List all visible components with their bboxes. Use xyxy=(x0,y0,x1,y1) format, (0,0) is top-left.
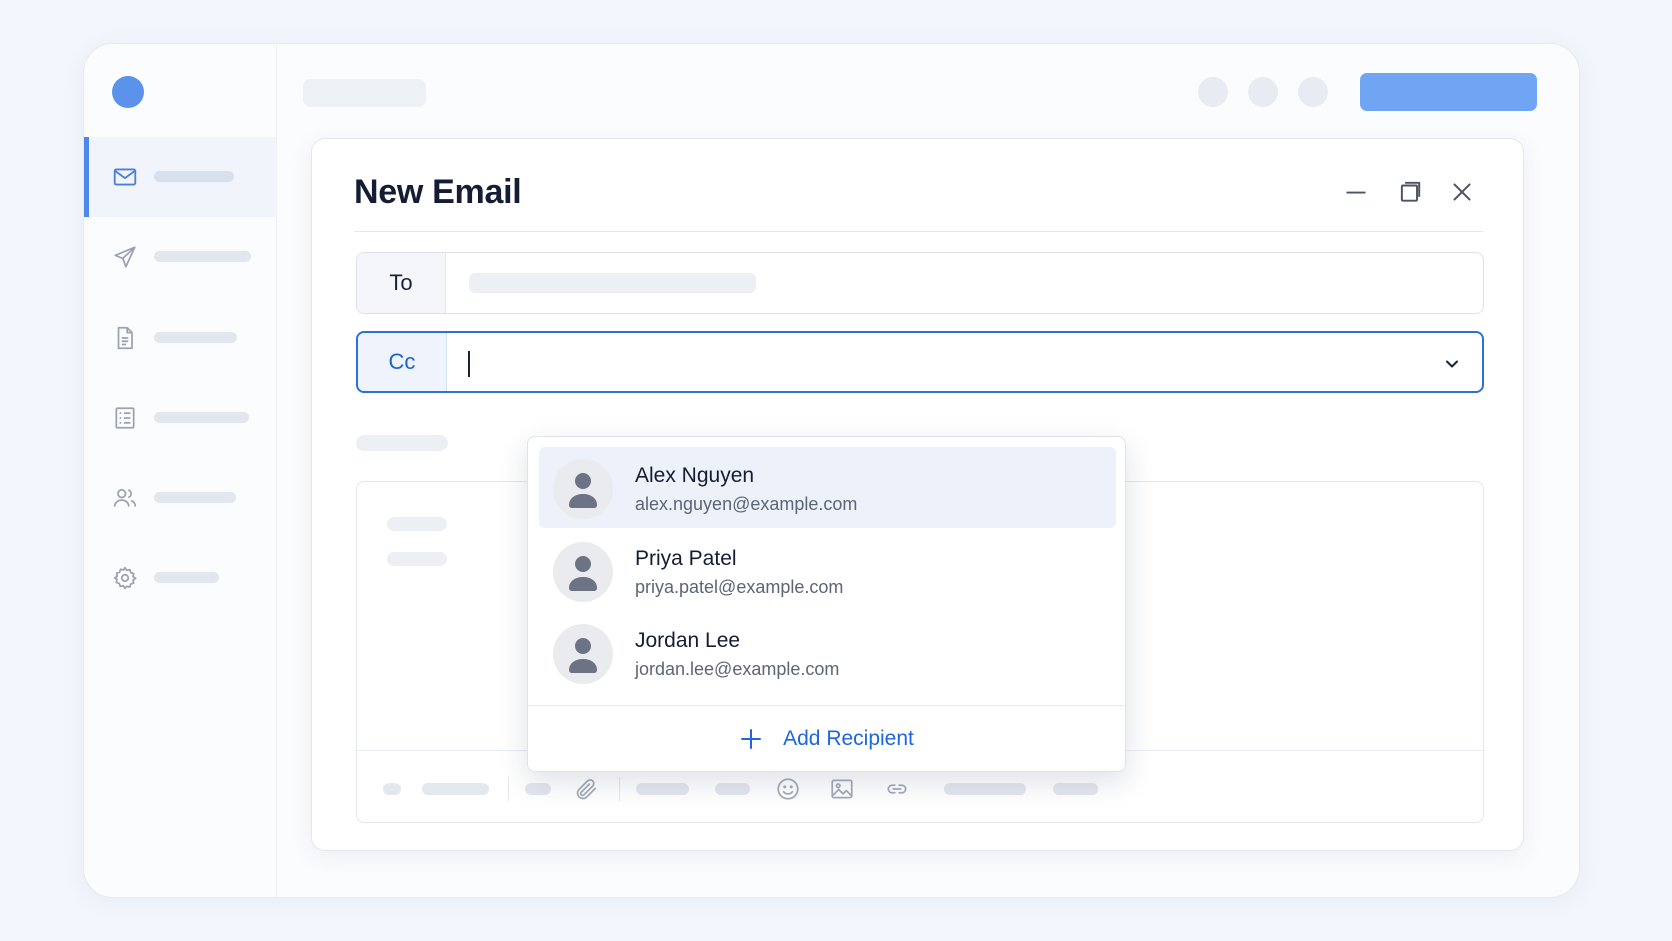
suggestion-item[interactable]: Jordan Lee jordan.lee@example.com xyxy=(539,612,1116,693)
user-icon xyxy=(569,638,597,673)
text-cursor xyxy=(468,351,470,377)
avatar xyxy=(553,542,613,602)
toolbar-divider xyxy=(619,777,620,801)
cc-field[interactable]: Cc xyxy=(356,331,1484,393)
contact-name: Alex Nguyen xyxy=(635,464,755,487)
attachment-icon[interactable] xyxy=(573,776,599,802)
title-divider xyxy=(354,231,1483,232)
contact-name: Priya Patel xyxy=(635,547,737,570)
sidebar-item-lists[interactable] xyxy=(84,377,276,457)
subject-placeholder xyxy=(356,435,448,451)
chevron-down-icon[interactable] xyxy=(1442,354,1462,374)
list-icon xyxy=(115,407,135,429)
cc-label: Cc xyxy=(358,333,447,391)
body-text-placeholder xyxy=(387,552,447,566)
sidebar-item-label-placeholder xyxy=(154,251,251,262)
add-recipient-button[interactable]: Add Recipient xyxy=(528,706,1125,772)
body-text-placeholder xyxy=(387,517,447,531)
settings-icon xyxy=(113,566,137,590)
sidebar-item-label-placeholder xyxy=(154,332,237,343)
to-field[interactable]: To xyxy=(356,252,1484,314)
avatar xyxy=(553,459,613,519)
to-value-placeholder xyxy=(469,273,756,293)
contact-email: priya.patel@example.com xyxy=(635,577,844,597)
sidebar-item-label-placeholder xyxy=(154,492,236,503)
close-icon[interactable] xyxy=(1449,179,1475,205)
contact-email: alex.nguyen@example.com xyxy=(635,494,858,514)
sidebar xyxy=(84,44,277,897)
toolbar-button-placeholder[interactable] xyxy=(715,783,750,795)
document-icon xyxy=(117,326,133,350)
user-icon xyxy=(569,556,597,591)
app-logo xyxy=(112,76,144,108)
toolbar-button-placeholder[interactable] xyxy=(525,783,551,795)
toolbar-button-placeholder[interactable] xyxy=(944,783,1026,795)
to-label: To xyxy=(357,253,446,313)
sidebar-item-contacts[interactable] xyxy=(84,457,276,537)
emoji-icon[interactable] xyxy=(775,776,801,802)
plus-icon xyxy=(741,729,762,749)
image-icon[interactable] xyxy=(829,776,855,802)
contact-email: jordan.lee@example.com xyxy=(635,659,840,679)
primary-action-button[interactable] xyxy=(1360,73,1537,111)
toolbar-button-placeholder[interactable] xyxy=(383,783,401,795)
sidebar-item-drafts[interactable] xyxy=(84,297,276,377)
sidebar-item-sent[interactable] xyxy=(84,217,276,297)
header-action-placeholder[interactable] xyxy=(1198,77,1228,107)
header-action-placeholder[interactable] xyxy=(1248,77,1278,107)
contact-name: Jordan Lee xyxy=(635,629,741,652)
toolbar-button-placeholder[interactable] xyxy=(422,783,489,795)
sidebar-item-settings[interactable] xyxy=(84,537,276,617)
cc-suggestions-dropdown: Alex Nguyen alex.nguyen@example.com Priy… xyxy=(527,436,1126,772)
toolbar-button-placeholder[interactable] xyxy=(636,783,689,795)
maximize-icon[interactable] xyxy=(1397,179,1423,205)
toolbar-divider xyxy=(508,777,509,801)
header-action-placeholder[interactable] xyxy=(1298,77,1328,107)
suggestion-item[interactable]: Alex Nguyen alex.nguyen@example.com xyxy=(539,447,1116,528)
toolbar-button-placeholder[interactable] xyxy=(1053,783,1098,795)
minimize-icon[interactable] xyxy=(1343,179,1369,205)
add-recipient-label: Add Recipient xyxy=(783,727,914,750)
mail-icon xyxy=(113,168,137,186)
user-icon xyxy=(569,473,597,508)
sidebar-item-label-placeholder xyxy=(154,171,234,182)
users-icon xyxy=(113,489,137,507)
link-icon[interactable] xyxy=(884,776,910,802)
avatar xyxy=(553,624,613,684)
sidebar-item-label-placeholder xyxy=(154,572,219,583)
send-icon xyxy=(114,246,136,268)
compose-title: New Email xyxy=(354,173,522,211)
mail-app-window: New Email To Cc Alex Nguyen alex.nguyen@… xyxy=(83,43,1580,898)
suggestion-item[interactable]: Priya Patel priya.patel@example.com xyxy=(539,530,1116,611)
sidebar-item-label-placeholder xyxy=(154,412,249,423)
header-title-placeholder xyxy=(303,79,426,107)
sidebar-item-inbox[interactable] xyxy=(84,137,276,217)
